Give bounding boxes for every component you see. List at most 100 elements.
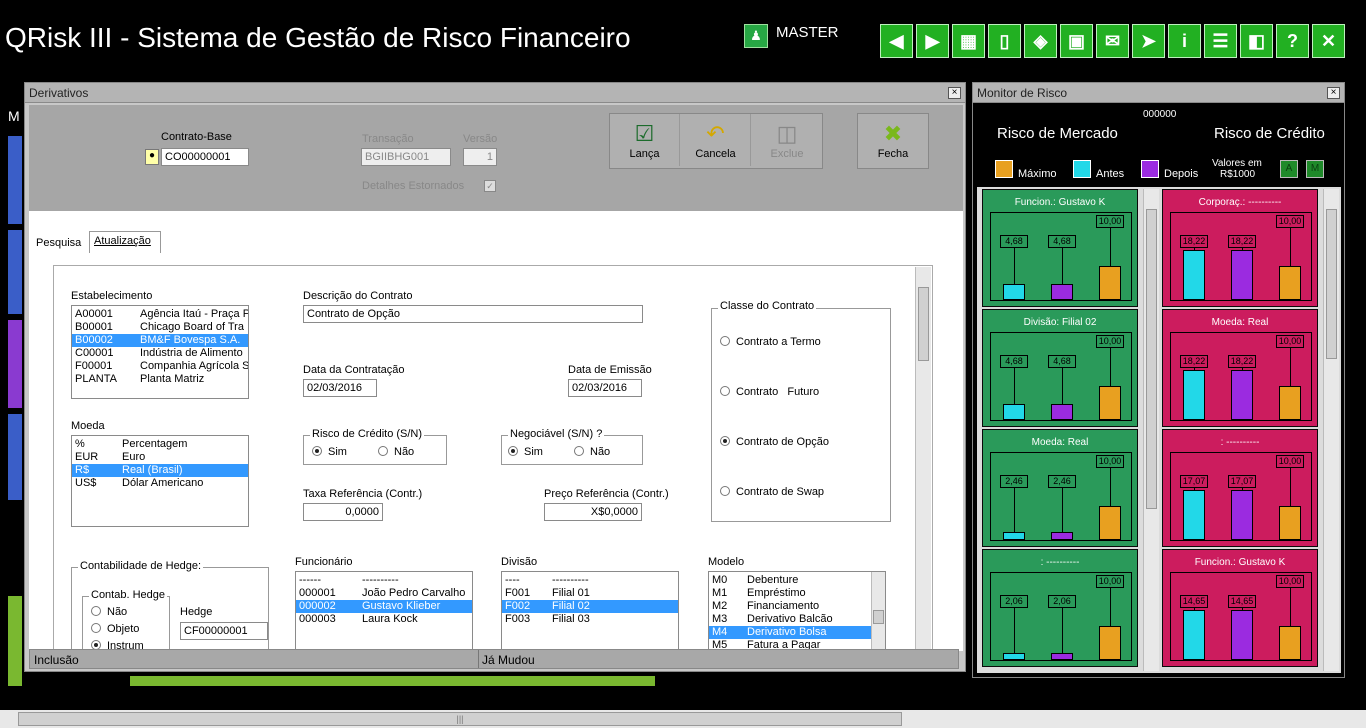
list-item[interactable]: C00001 Indústria de Alimento — [72, 347, 248, 360]
help-document-icon[interactable]: ☰ — [1204, 24, 1237, 58]
risk-panel[interactable]: Moeda: Real 2,46 2,46 10,00 — [982, 429, 1138, 547]
exit-door-icon[interactable]: ◧ — [1240, 24, 1273, 58]
funcionario-list[interactable]: ------ ---------- 000001 João Pedro Carvalh… — [295, 571, 473, 651]
list-item[interactable]: F002 Filial 02 — [502, 600, 678, 613]
list-icon[interactable]: ▯ — [988, 24, 1021, 58]
data-emissao-input[interactable]: 02/03/2016 — [568, 379, 642, 397]
risk-panel[interactable]: : ---------- 2,06 2,06 10,00 — [982, 549, 1138, 667]
fecha-button[interactable]: ✖ Fecha — [857, 113, 929, 169]
list-item-code: F001 — [505, 587, 531, 599]
modelo-list[interactable]: M0 Debenture M1 Empréstimo M2 Financiamento M3… — [708, 571, 886, 651]
transacao-input[interactable]: BGIIBHG001 — [361, 148, 451, 166]
hedge-objeto-radio[interactable]: Objeto — [91, 623, 139, 635]
list-item[interactable]: EUR Euro — [72, 451, 248, 464]
list-item[interactable]: F00001 Companhia Agrícola S — [72, 360, 248, 373]
list-item-code: M0 — [712, 574, 728, 586]
bar-maximo — [1279, 266, 1301, 300]
list-item[interactable]: 000001 João Pedro Carvalho — [296, 587, 472, 600]
list-item[interactable]: ------ ---------- — [296, 574, 472, 587]
close-icon[interactable]: ✕ — [1312, 24, 1345, 58]
list-item[interactable]: B00001 Chicago Board of Tra — [72, 321, 248, 334]
risk-panel[interactable]: : ---------- 17,07 17,07 10,00 — [1162, 429, 1318, 547]
email-icon[interactable]: ✉ — [1096, 24, 1129, 58]
list-item[interactable]: US$ Dólar Americano — [72, 477, 248, 490]
action-button-group: ☑ Lança ↶ Cancela ◫ Exclue — [609, 113, 823, 169]
moeda-list[interactable]: % Percentagem EUR Euro R$ Real (Brasil) US$ Dól… — [71, 435, 249, 527]
risco-credito-sim-radio[interactable]: Sim — [312, 446, 347, 458]
bottom-scrollbar[interactable]: ||| — [0, 710, 1366, 728]
estabelecimento-list[interactable]: A00001 Agência Itaú - Praça P B00001 Chicag… — [71, 305, 249, 399]
bar-connector — [1110, 467, 1111, 506]
classe-futuro-radio[interactable]: Contrato Futuro — [720, 386, 819, 398]
risk-panel[interactable]: Corporaç.: ---------- 18,22 18,22 10,00 — [1162, 189, 1318, 307]
negociavel-sim-radio[interactable]: Sim — [508, 446, 543, 458]
list-item[interactable]: 000002 Gustavo Klieber — [296, 600, 472, 613]
risk-panel[interactable]: Funcion.: Gustavo K 4,68 4,68 10,00 — [982, 189, 1138, 307]
list-item[interactable]: F003 Filial 03 — [502, 613, 678, 626]
taxa-input[interactable]: 0,0000 — [303, 503, 383, 521]
window-titlebar: Derivativos × — [25, 83, 965, 103]
forward-icon[interactable]: ➤ — [1132, 24, 1165, 58]
list-item-code: M3 — [712, 613, 728, 625]
exclue-button[interactable]: ◫ Exclue — [752, 114, 822, 166]
lanca-button[interactable]: ☑ Lança — [610, 114, 680, 166]
list-item[interactable]: % Percentagem — [72, 438, 248, 451]
list-item[interactable]: F001 Filial 01 — [502, 587, 678, 600]
question-icon[interactable]: ? — [1276, 24, 1309, 58]
data-contratacao-input[interactable]: 02/03/2016 — [303, 379, 377, 397]
list-item[interactable]: M3 Derivativo Balcão — [709, 613, 885, 626]
bar-connector — [1014, 367, 1015, 405]
tab-pesquisa[interactable]: Pesquisa — [36, 237, 81, 249]
window-close-button[interactable]: × — [1327, 87, 1340, 99]
credito-scrollbar[interactable] — [1323, 189, 1339, 671]
tab-atualizacao[interactable]: Atualização — [89, 231, 161, 253]
list-item[interactable]: R$ Real (Brasil) — [72, 464, 248, 477]
risk-panel[interactable]: Divisão: Filial 02 4,68 4,68 10,00 — [982, 309, 1138, 427]
cancela-button[interactable]: ↶ Cancela — [681, 114, 751, 166]
list-item-name: Planta Matriz — [140, 373, 205, 385]
classe-opcao-radio[interactable]: Contrato de Opção — [720, 436, 829, 448]
divisao-list[interactable]: ---- ---------- F001 Filial 01 F002 Filial 02… — [501, 571, 679, 651]
negociavel-nao-radio[interactable]: Não — [574, 446, 610, 458]
list-item[interactable]: B00002 BM&F Bovespa S.A. — [72, 334, 248, 347]
info-icon[interactable]: i — [1168, 24, 1201, 58]
contrato-base-input[interactable]: CO00000001 — [161, 148, 249, 166]
list-item[interactable]: A00001 Agência Itaú - Praça P — [72, 308, 248, 321]
scrollbar-thumb[interactable] — [873, 610, 884, 624]
form-scrollbar[interactable] — [915, 267, 931, 649]
arrow-right-icon[interactable]: ▶ — [916, 24, 949, 58]
detalhes-estornados-checkbox[interactable]: ✓ — [484, 180, 496, 192]
toggle-a-button[interactable]: A — [1280, 160, 1298, 178]
list-item[interactable]: M2 Financiamento — [709, 600, 885, 613]
window-close-button[interactable]: × — [948, 87, 961, 99]
monitor-icon[interactable]: ▣ — [1060, 24, 1093, 58]
toggle-m-button[interactable]: M — [1306, 160, 1324, 178]
descricao-input[interactable]: Contrato de Opção — [303, 305, 643, 323]
modelo-scrollbar[interactable] — [871, 572, 885, 651]
risk-panel[interactable]: Moeda: Real 18,22 18,22 10,00 — [1162, 309, 1318, 427]
hedge-input[interactable]: CF00000001 — [180, 622, 268, 640]
scrollbar-thumb[interactable] — [1146, 209, 1157, 509]
hedge-nao-radio[interactable]: Não — [91, 606, 127, 618]
list-item[interactable]: PLANTA Planta Matriz — [72, 373, 248, 386]
traffic-light-icon[interactable]: ▦ — [952, 24, 985, 58]
classe-swap-radio[interactable]: Contrato de Swap — [720, 486, 824, 498]
paint-bucket-icon[interactable]: ◈ — [1024, 24, 1057, 58]
scrollbar-thumb[interactable] — [1326, 209, 1337, 359]
bar-value-label: 2,06 — [1000, 595, 1028, 608]
preco-input[interactable]: X$0,0000 — [544, 503, 642, 521]
risco-credito-nao-radio[interactable]: Não — [378, 446, 414, 458]
versao-input[interactable]: 1 — [463, 148, 497, 166]
risk-panel[interactable]: Funcion.: Gustavo K 14,65 14,65 10,00 — [1162, 549, 1318, 667]
bottom-scrollbar-thumb[interactable]: ||| — [18, 712, 902, 726]
mercado-scrollbar[interactable] — [1143, 189, 1159, 671]
arrow-left-icon[interactable]: ◀ — [880, 24, 913, 58]
list-item[interactable]: M4 Derivativo Bolsa — [709, 626, 885, 639]
classe-termo-radio[interactable]: Contrato a Termo — [720, 336, 821, 348]
lightbulb-icon[interactable]: ● — [145, 149, 159, 165]
list-item[interactable]: ---- ---------- — [502, 574, 678, 587]
list-item[interactable]: M1 Empréstimo — [709, 587, 885, 600]
scrollbar-thumb[interactable] — [918, 287, 929, 361]
list-item[interactable]: 000003 Laura Kock — [296, 613, 472, 626]
list-item[interactable]: M0 Debenture — [709, 574, 885, 587]
